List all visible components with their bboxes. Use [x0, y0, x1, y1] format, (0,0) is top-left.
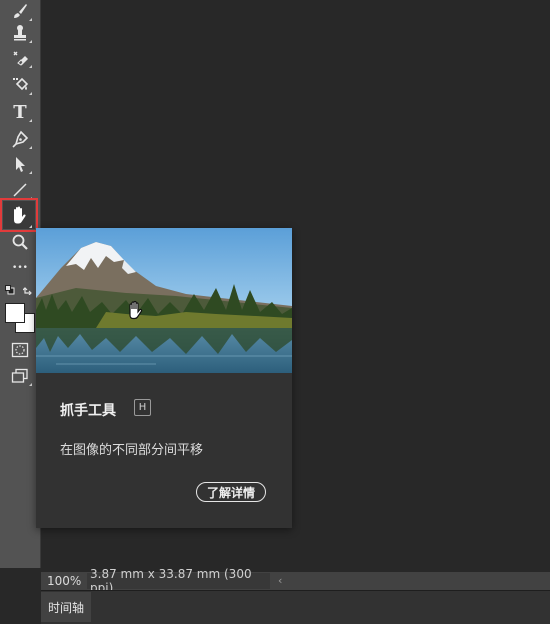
stamp-icon [14, 25, 26, 41]
hand-tool[interactable] [0, 198, 38, 232]
tool-preview-image [36, 228, 292, 373]
document-info[interactable]: 3.87 mm x 33.87 mm (300 ppi) [87, 567, 270, 595]
edit-toolbar[interactable]: ••• [5, 257, 35, 279]
screen-mode[interactable] [5, 365, 35, 387]
submenu-indicator-icon [29, 171, 32, 174]
brush-tool[interactable] [5, 0, 35, 22]
more-dots-icon: ••• [12, 263, 28, 273]
submenu-indicator-icon [29, 40, 32, 43]
line-tool[interactable] [5, 179, 35, 201]
submenu-indicator-icon [29, 119, 32, 122]
tab-timeline-label: 时间轴 [47, 600, 84, 615]
foreground-background-color[interactable] [4, 302, 36, 333]
foreground-color-swatch[interactable] [5, 303, 25, 323]
screen-mode-icon [11, 368, 28, 383]
submenu-indicator-icon [29, 197, 32, 200]
status-expand-icon[interactable]: ‹ [278, 574, 282, 587]
color-controls [4, 284, 36, 296]
mountain-lake-illustration [36, 228, 292, 373]
submenu-indicator-icon [29, 92, 32, 95]
status-bar: 100% 3.87 mm x 33.87 mm (300 ppi) ‹ [41, 567, 550, 595]
arrow-cursor-icon [16, 157, 25, 172]
clone-stamp-tool[interactable] [5, 22, 35, 44]
path-selection-tool[interactable] [5, 153, 35, 175]
bottom-panel: 时间轴 [41, 590, 550, 624]
learn-more-button[interactable]: 了解详情 [196, 482, 266, 502]
submenu-indicator-icon [29, 65, 32, 68]
type-tool[interactable]: T [5, 101, 35, 123]
line-icon [13, 183, 27, 197]
tooltip-description: 在图像的不同部分间平移 [60, 443, 204, 458]
paint-bucket-tool[interactable] [5, 74, 35, 96]
zoom-tool[interactable] [5, 231, 35, 253]
eraser-tool[interactable] [5, 47, 35, 69]
submenu-indicator-icon [29, 225, 32, 228]
type-icon: T [13, 101, 27, 123]
paint-bucket-icon [13, 77, 29, 91]
quick-mask-icon [11, 342, 29, 358]
shortcut-key-badge: H [134, 399, 151, 416]
tab-timeline[interactable]: 时间轴 [41, 592, 91, 622]
pen-icon [12, 130, 29, 148]
magnifier-icon [12, 234, 28, 250]
hand-icon [14, 206, 26, 224]
swap-colors-icon[interactable] [23, 284, 34, 295]
quick-mask-mode[interactable] [5, 339, 35, 361]
eraser-icon [13, 51, 28, 66]
zoom-level[interactable]: 100% [47, 574, 81, 588]
tooltip-title: 抓手工具 [60, 403, 116, 419]
submenu-indicator-icon [29, 383, 32, 386]
default-colors-icon[interactable] [5, 285, 15, 295]
submenu-indicator-icon [29, 146, 32, 149]
pen-tool[interactable] [5, 128, 35, 150]
tools-panel: T ••• [0, 0, 41, 568]
brush-icon [14, 4, 27, 18]
submenu-indicator-icon [29, 18, 32, 21]
hand-tool-tooltip: 抓手工具 H 在图像的不同部分间平移 了解详情 [36, 228, 292, 528]
